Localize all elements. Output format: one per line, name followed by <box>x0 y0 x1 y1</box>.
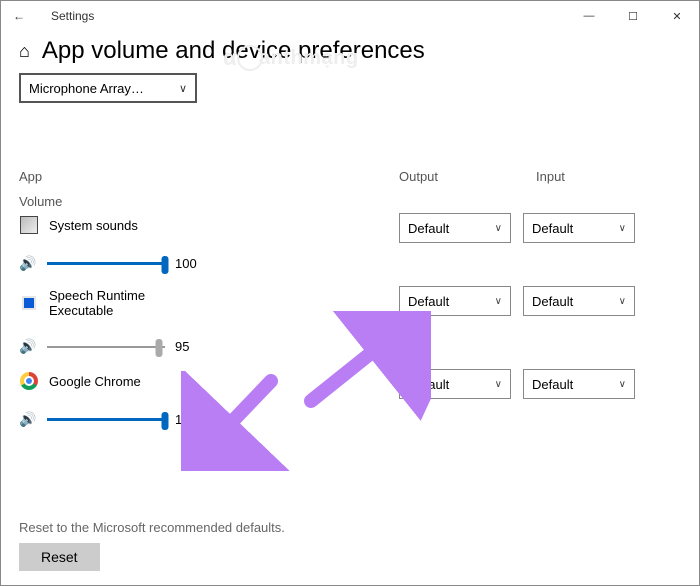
volume-slider[interactable] <box>47 339 165 355</box>
app-name-label: System sounds <box>49 218 138 233</box>
dropdown-value: Default <box>532 221 573 236</box>
output-device-dropdown[interactable]: Default ∨ <box>399 286 511 316</box>
dropdown-value: Default <box>408 294 449 309</box>
reset-button[interactable]: Reset <box>19 543 100 571</box>
input-device-dropdown[interactable]: Default ∨ <box>523 213 635 243</box>
column-subheader-volume: Volume <box>19 194 681 209</box>
input-device-dropdown[interactable]: Default ∨ <box>523 369 635 399</box>
app-row: System sounds 🔊 100 Default ∨ Default ∨ <box>19 211 681 276</box>
input-device-dropdown[interactable]: Default ∨ <box>523 286 635 316</box>
minimize-button[interactable]: — <box>567 1 611 31</box>
app-icon <box>19 293 39 313</box>
window-title: Settings <box>51 9 94 23</box>
volume-value: 100 <box>175 256 197 271</box>
volume-icon[interactable]: 🔊 <box>19 411 37 428</box>
volume-slider[interactable] <box>47 256 165 272</box>
app-name-label: Speech Runtime Executable <box>49 288 199 318</box>
column-header-app: App <box>19 169 399 184</box>
app-icon <box>19 371 39 391</box>
column-header-input: Input <box>536 169 661 184</box>
chevron-down-icon: ∨ <box>495 379 502 390</box>
volume-icon[interactable]: 🔊 <box>19 338 37 355</box>
chevron-down-icon: ∨ <box>619 223 626 234</box>
maximize-button[interactable]: ☐ <box>611 1 655 31</box>
input-device-combo[interactable]: Microphone Array… ∨ <box>19 73 197 103</box>
chevron-down-icon: ∨ <box>619 379 626 390</box>
volume-value: 100 <box>175 412 197 427</box>
reset-description: Reset to the Microsoft recommended defau… <box>19 520 285 535</box>
chevron-down-icon: ∨ <box>495 296 502 307</box>
dropdown-value: Default <box>408 221 449 236</box>
home-icon[interactable]: ⌂ <box>19 42 30 60</box>
chevron-down-icon: ∨ <box>495 223 502 234</box>
volume-slider[interactable] <box>47 412 165 428</box>
chevron-down-icon: ∨ <box>179 82 187 95</box>
column-header-output: Output <box>399 169 524 184</box>
dropdown-value: Default <box>532 294 573 309</box>
back-button[interactable]: ← <box>9 9 29 23</box>
app-row: Google Chrome 🔊 100 Default ∨ Default ∨ <box>19 367 681 432</box>
volume-icon[interactable]: 🔊 <box>19 255 37 272</box>
output-device-dropdown[interactable]: Default ∨ <box>399 369 511 399</box>
app-row: Speech Runtime Executable🔊95Default∨Defa… <box>19 284 681 359</box>
dropdown-value: Default <box>408 377 449 392</box>
close-button[interactable]: ✕ <box>655 1 699 31</box>
app-name-label: Google Chrome <box>49 374 141 389</box>
titlebar: ← Settings — ☐ ✕ <box>1 1 699 31</box>
volume-value: 95 <box>175 339 189 354</box>
app-icon <box>19 215 39 235</box>
dropdown-value: Default <box>532 377 573 392</box>
input-device-text: Microphone Array… <box>29 81 144 96</box>
page-title: App volume and device preferences <box>42 37 425 65</box>
chevron-down-icon: ∨ <box>619 296 626 307</box>
output-device-dropdown[interactable]: Default ∨ <box>399 213 511 243</box>
